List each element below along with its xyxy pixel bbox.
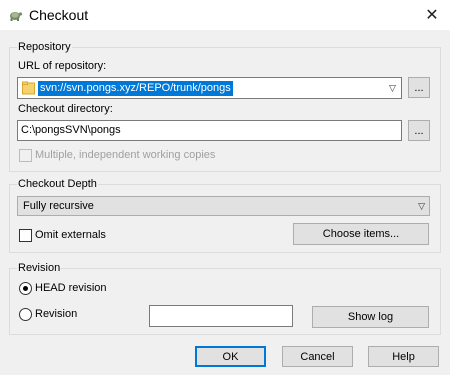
chevron-down-icon[interactable]: ▽ — [384, 78, 401, 98]
revision-input[interactable] — [149, 305, 293, 327]
chevron-down-icon: ▽ — [418, 201, 425, 211]
cancel-button[interactable]: Cancel — [282, 346, 353, 367]
url-label: URL of repository: — [18, 60, 107, 72]
multiple-wc-label: Multiple, independent working copies — [35, 149, 216, 161]
help-button[interactable]: Help — [368, 346, 439, 367]
choose-items-button[interactable]: Choose items... — [293, 223, 429, 245]
close-icon: ✕ — [425, 7, 439, 24]
repository-group-label: Repository — [17, 41, 72, 53]
head-revision-label: HEAD revision — [35, 282, 107, 294]
revision-label: Revision — [35, 308, 78, 320]
checkout-dir-browse-button[interactable]: ... — [408, 120, 430, 141]
checkout-depth-group-label: Checkout Depth — [17, 178, 98, 190]
revision-radio[interactable] — [19, 308, 32, 321]
close-button[interactable]: ✕ — [414, 0, 450, 30]
revision-group-label: Revision — [17, 262, 62, 274]
show-log-button[interactable]: Show log — [312, 306, 429, 328]
tortoise-icon — [10, 12, 23, 21]
url-browse-button[interactable]: ... — [408, 77, 430, 98]
url-input[interactable]: svn://svn.pongs.xyz/REPO/trunk/pongs — [38, 81, 233, 96]
omit-externals-label: Omit externals — [35, 229, 106, 241]
checkout-dialog: Checkout ✕ Repository URL of repository:… — [0, 0, 450, 375]
url-combobox[interactable]: svn://svn.pongs.xyz/REPO/trunk/pongs ▽ — [17, 77, 402, 99]
title-bar: Checkout ✕ — [0, 0, 450, 30]
ok-button[interactable]: OK — [195, 346, 266, 367]
radio-selected-dot — [23, 286, 28, 291]
depth-selected-value: Fully recursive — [23, 200, 94, 212]
head-revision-radio[interactable] — [19, 282, 32, 295]
depth-select[interactable]: Fully recursive ▽ — [17, 196, 430, 216]
omit-externals-checkbox[interactable] — [19, 229, 32, 242]
checkout-dir-input[interactable]: C:\pongsSVN\pongs — [17, 120, 402, 141]
window-title: Checkout — [29, 7, 89, 23]
multiple-wc-checkbox[interactable] — [19, 149, 32, 162]
folder-icon — [22, 81, 35, 95]
checkout-dir-label: Checkout directory: — [18, 103, 113, 115]
